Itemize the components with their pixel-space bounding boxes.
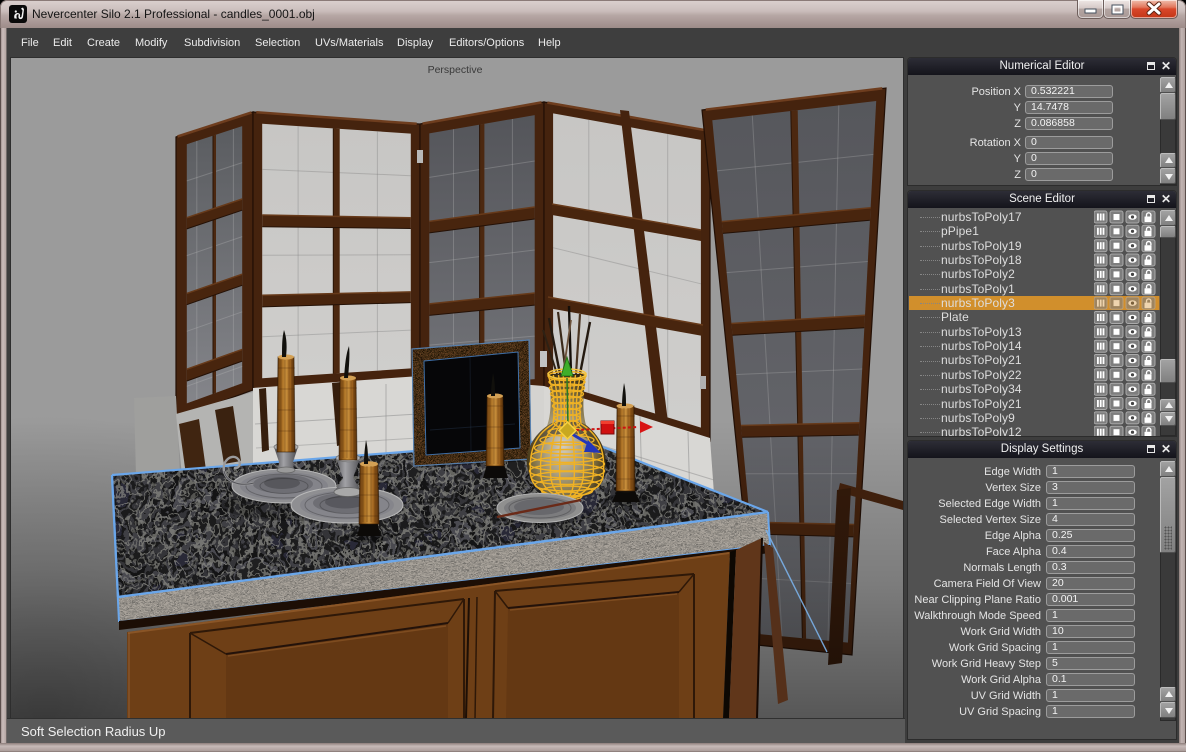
svg-text:Perspective: Perspective: [428, 64, 483, 76]
